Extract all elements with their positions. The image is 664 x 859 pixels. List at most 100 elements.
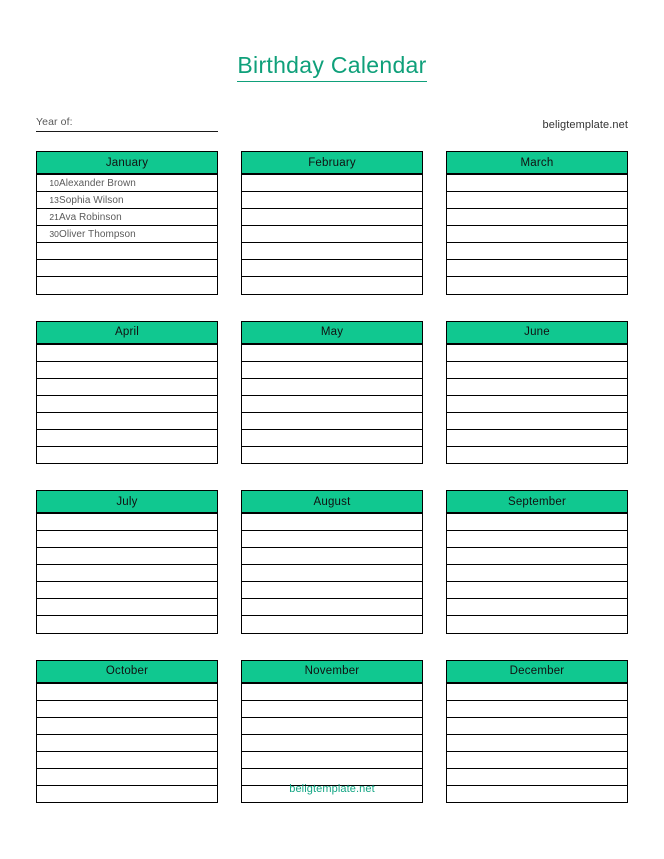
entry-name-cell[interactable] [264,276,422,294]
entry-date-cell[interactable] [37,343,59,362]
entry-date-cell[interactable] [447,530,469,548]
entry-date-cell[interactable] [37,530,59,548]
entry-date-cell[interactable] [447,394,469,413]
entry-name-cell[interactable] [59,242,217,260]
entry-name-cell[interactable] [469,174,627,192]
entry-date-cell[interactable] [37,581,59,599]
entry-date-cell[interactable] [37,615,59,633]
entry-date-cell[interactable] [37,513,59,531]
entry-name-cell[interactable] [264,411,422,430]
entry-date-cell[interactable] [447,174,469,192]
entry-name-cell[interactable] [469,513,627,531]
entry-date-cell[interactable] [37,411,59,430]
entry-date-cell[interactable] [242,445,264,463]
entry-name-cell[interactable] [469,259,627,277]
entry-name-cell[interactable]: Oliver Thompson [59,225,217,243]
entry-date-cell[interactable] [242,242,264,260]
entry-date-cell[interactable] [447,733,469,752]
entry-date-cell[interactable] [37,394,59,413]
entry-name-cell[interactable] [264,191,422,209]
entry-date-cell[interactable] [447,276,469,294]
entry-name-cell[interactable] [264,699,422,718]
entry-date-cell[interactable] [447,411,469,430]
entry-date-cell[interactable] [37,276,59,294]
entry-name-cell[interactable] [469,682,627,701]
entry-date-cell[interactable] [447,191,469,209]
entry-date-cell[interactable] [447,343,469,362]
entry-name-cell[interactable] [264,242,422,260]
entry-name-cell[interactable] [264,377,422,396]
entry-name-cell[interactable] [469,377,627,396]
entry-date-cell[interactable] [447,581,469,599]
entry-date-cell[interactable] [242,564,264,582]
entry-name-cell[interactable] [59,259,217,277]
entry-name-cell[interactable] [59,445,217,463]
entry-name-cell[interactable] [469,208,627,226]
entry-name-cell[interactable] [264,208,422,226]
entry-name-cell[interactable] [264,733,422,752]
entry-date-cell[interactable] [242,733,264,752]
entry-date-cell[interactable] [242,699,264,718]
entry-date-cell[interactable] [447,716,469,735]
entry-name-cell[interactable] [469,750,627,769]
entry-date-cell[interactable] [447,682,469,701]
entry-name-cell[interactable] [264,615,422,633]
entry-name-cell[interactable]: Ava Robinson [59,208,217,226]
entry-date-cell[interactable] [242,547,264,565]
entry-date-cell[interactable]: 21 [37,208,59,226]
entry-date-cell[interactable] [242,377,264,396]
entry-name-cell[interactable] [59,682,217,701]
entry-name-cell[interactable] [469,428,627,447]
entry-name-cell[interactable] [264,343,422,362]
entry-date-cell[interactable] [447,225,469,243]
entry-date-cell[interactable] [447,513,469,531]
entry-date-cell[interactable] [37,428,59,447]
entry-date-cell[interactable] [242,394,264,413]
entry-date-cell[interactable] [37,547,59,565]
entry-date-cell[interactable] [447,360,469,379]
entry-name-cell[interactable] [59,750,217,769]
entry-name-cell[interactable] [469,411,627,430]
entry-name-cell[interactable] [264,598,422,616]
entry-name-cell[interactable] [59,547,217,565]
entry-name-cell[interactable] [469,699,627,718]
entry-date-cell[interactable] [37,564,59,582]
entry-name-cell[interactable] [469,191,627,209]
entry-date-cell[interactable]: 10 [37,174,59,192]
entry-name-cell[interactable] [59,699,217,718]
entry-name-cell[interactable] [469,445,627,463]
entry-name-cell[interactable] [469,716,627,735]
entry-name-cell[interactable] [469,394,627,413]
entry-name-cell[interactable] [469,733,627,752]
entry-date-cell[interactable] [447,242,469,260]
entry-name-cell[interactable] [264,682,422,701]
entry-date-cell[interactable] [242,411,264,430]
entry-name-cell[interactable] [469,276,627,294]
entry-date-cell[interactable] [37,699,59,718]
entry-date-cell[interactable] [242,581,264,599]
entry-date-cell[interactable] [242,360,264,379]
entry-date-cell[interactable] [37,682,59,701]
entry-date-cell[interactable] [37,377,59,396]
entry-name-cell[interactable] [264,428,422,447]
entry-date-cell[interactable] [37,733,59,752]
entry-date-cell[interactable] [242,191,264,209]
entry-date-cell[interactable] [37,259,59,277]
entry-name-cell[interactable] [264,445,422,463]
entry-date-cell[interactable] [37,242,59,260]
entry-name-cell[interactable] [469,225,627,243]
entry-name-cell[interactable] [264,513,422,531]
entry-name-cell[interactable] [469,598,627,616]
entry-name-cell[interactable] [264,547,422,565]
entry-name-cell[interactable] [59,377,217,396]
entry-date-cell[interactable] [447,699,469,718]
entry-date-cell[interactable] [447,615,469,633]
entry-date-cell[interactable] [242,716,264,735]
entry-name-cell[interactable] [59,411,217,430]
entry-date-cell[interactable] [37,716,59,735]
entry-name-cell[interactable] [264,750,422,769]
entry-name-cell[interactable] [59,615,217,633]
entry-date-cell[interactable]: 13 [37,191,59,209]
entry-date-cell[interactable] [242,598,264,616]
entry-name-cell[interactable] [59,581,217,599]
